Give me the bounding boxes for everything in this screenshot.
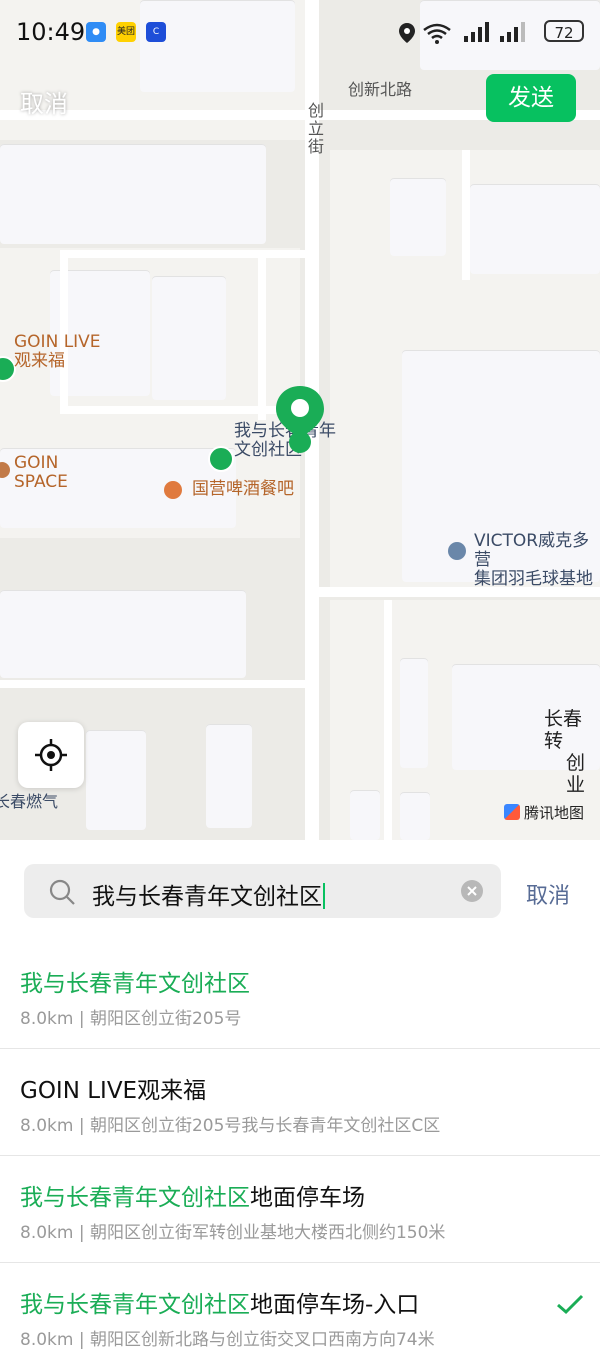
poi-label: GOIN (14, 453, 59, 473)
crosshair-icon (35, 739, 67, 771)
cancel-button[interactable]: 取消 (20, 84, 68, 119)
checkmark-icon (557, 1294, 584, 1315)
result-title: 我与长春青年文创社区 (20, 964, 250, 998)
restaurant-icon (164, 481, 182, 499)
search-value-text: 我与长春青年文创社区 (92, 884, 322, 910)
result-item[interactable]: 我与长春青年文创社区 8.0km | 朝阳区创立街205号 (0, 942, 600, 1049)
poi-goin-live[interactable]: GOIN LIVE 观来福 (14, 333, 101, 371)
road (0, 680, 305, 688)
map-building (350, 790, 380, 840)
battery-indicator: 72 (544, 20, 584, 42)
c-app-icon: C (146, 22, 166, 42)
signal-icon-2 (500, 22, 525, 42)
search-icon (49, 879, 75, 905)
map-building (152, 276, 226, 400)
signal-icon (464, 22, 489, 42)
result-item[interactable]: 我与长春青年文创社区地面停车场-入口 8.0km | 朝阳区创新北路与创立街交叉… (0, 1263, 600, 1369)
wifi-icon (423, 23, 451, 44)
road (258, 250, 266, 420)
map-building (470, 184, 600, 274)
road (60, 406, 305, 414)
result-title-highlight: 我与长春青年文创社区 (20, 1292, 250, 1318)
poi-label: 长春转 (544, 708, 583, 752)
result-address: 8.0km | 朝阳区创新北路与创立街交叉口西南方向74米 (20, 1330, 435, 1350)
result-title-rest: 地面停车场-入口 (250, 1292, 420, 1318)
poi-label: VICTOR威克多营 (474, 531, 590, 570)
sports-icon (448, 542, 466, 560)
search-input[interactable]: 我与长春青年文创社区 (24, 864, 501, 918)
result-address: 8.0km | 朝阳区创立街军转创业基地大楼西北侧约150米 (20, 1223, 446, 1243)
poi-marker[interactable] (208, 446, 234, 472)
send-button[interactable]: 发送 (486, 74, 576, 122)
result-item[interactable]: GOIN LIVE观来福 8.0km | 朝阳区创立街205号我与长春青年文创社… (0, 1049, 600, 1156)
map-building (0, 144, 266, 244)
poi-label: 集团羽毛球基地 (474, 569, 593, 589)
result-title: GOIN LIVE观来福 (20, 1071, 206, 1105)
road (462, 150, 470, 280)
map-provider: 腾讯地图 (503, 802, 584, 823)
map-view[interactable]: 创新北路 创 立 街 GOIN LIVE 观来福 GOIN SPACE 我与长春… (0, 0, 600, 840)
road-label-north: 创新北路 (348, 80, 413, 99)
road-label-street: 创 立 街 (308, 101, 325, 156)
meituan-app-icon: 美团 (116, 22, 136, 42)
clear-icon[interactable] (461, 880, 483, 902)
result-address: 8.0km | 朝阳区创立街205号 (20, 1009, 242, 1029)
poi-label: 创业 (566, 752, 586, 796)
map-provider-label: 腾讯地图 (523, 804, 584, 822)
poi-label: GOIN LIVE (14, 332, 101, 352)
road (60, 250, 305, 258)
location-pin-icon (276, 386, 324, 453)
result-address: 8.0km | 朝阳区创立街205号我与长春青年文创社区C区 (20, 1116, 441, 1136)
map-building (400, 658, 428, 768)
result-title-rest: GOIN LIVE观来福 (20, 1078, 207, 1104)
search-cancel-button[interactable]: 取消 (526, 878, 570, 910)
map-building (400, 792, 430, 840)
result-title-rest: 地面停车场 (250, 1185, 365, 1211)
messages-app-icon: ● (86, 22, 106, 42)
map-building (390, 178, 446, 256)
poi-goin-space[interactable]: GOIN SPACE (14, 454, 68, 492)
location-icon (399, 23, 415, 43)
search-value: 我与长春青年文创社区 (92, 877, 325, 911)
poi-label: 观来福 (14, 351, 65, 371)
tencent-map-logo-icon (503, 804, 520, 820)
map-building (86, 730, 146, 830)
poi-changchun[interactable]: 长春转 创业 (544, 708, 600, 796)
text-caret (323, 883, 325, 909)
poi-victor[interactable]: VICTOR威克多营 集团羽毛球基地 (474, 532, 600, 589)
result-item[interactable]: 我与长春青年文创社区地面停车场 8.0km | 朝阳区创立街军转创业基地大楼西北… (0, 1156, 600, 1263)
search-panel: 我与长春青年文创社区 取消 我与长春青年文创社区 8.0km | 朝阳区创立街2… (0, 840, 600, 1350)
result-title-highlight: 我与长春青年文创社区 (20, 1185, 250, 1211)
result-title: 我与长春青年文创社区地面停车场-入口 (20, 1285, 419, 1319)
result-title-highlight: 我与长春青年文创社区 (20, 971, 250, 997)
map-building (206, 724, 252, 828)
road (384, 600, 392, 840)
status-time: 10:49 (16, 18, 86, 46)
status-bar: 10:49 ● 美团 C 72 (0, 0, 600, 62)
locate-button[interactable] (18, 722, 84, 788)
poi-label: SPACE (14, 472, 68, 492)
poi-pub[interactable]: 国营啤酒餐吧 (192, 480, 294, 499)
result-title: 我与长春青年文创社区地面停车场 (20, 1178, 365, 1212)
road (60, 250, 68, 410)
map-building (0, 590, 246, 678)
poi-gas[interactable]: 长春燃气 (0, 792, 58, 811)
